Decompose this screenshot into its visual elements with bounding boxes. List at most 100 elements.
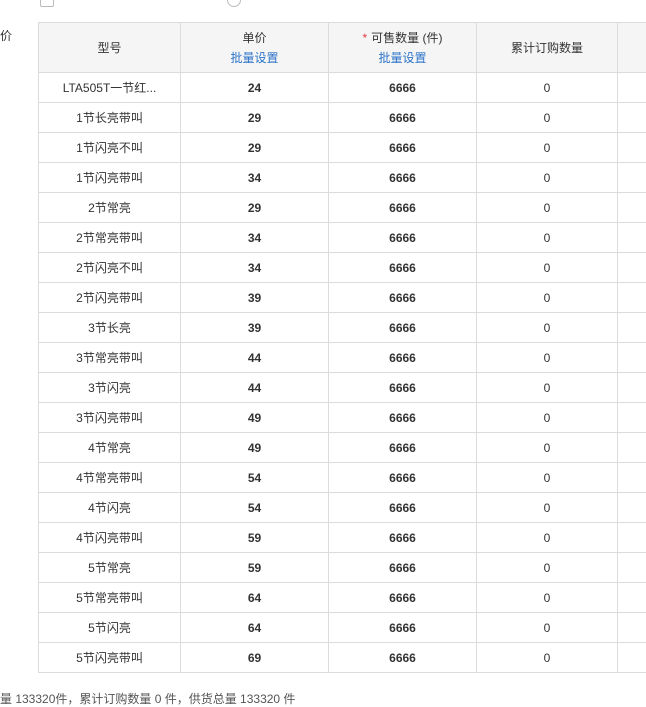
qty-input[interactable]: 6666 — [329, 313, 477, 343]
price-input[interactable]: 49 — [181, 403, 329, 433]
ordered-cell: 0 — [477, 133, 618, 163]
ordered-cell: 0 — [477, 373, 618, 403]
qty-input[interactable]: 6666 — [329, 163, 477, 193]
model-cell: 5节常亮带叫 — [39, 583, 181, 613]
price-batch-set-link[interactable]: 批量设置 — [181, 48, 328, 68]
qty-input[interactable]: 6666 — [329, 193, 477, 223]
top-radio[interactable] — [227, 0, 241, 7]
price-input[interactable]: 69 — [181, 643, 329, 673]
price-input[interactable]: 34 — [181, 163, 329, 193]
price-input[interactable]: 24 — [181, 73, 329, 103]
qty-input[interactable]: 6666 — [329, 433, 477, 463]
price-input[interactable]: 59 — [181, 553, 329, 583]
price-input[interactable]: 39 — [181, 283, 329, 313]
price-input[interactable]: 64 — [181, 583, 329, 613]
extra-cell — [618, 583, 646, 613]
table-row: 1节闪亮带叫3466660 — [39, 163, 646, 193]
extra-cell — [618, 523, 646, 553]
qty-input[interactable]: 6666 — [329, 523, 477, 553]
ordered-cell: 0 — [477, 283, 618, 313]
price-input[interactable]: 54 — [181, 493, 329, 523]
qty-input[interactable]: 6666 — [329, 553, 477, 583]
table-row: 1节闪亮不叫2966660 — [39, 133, 646, 163]
price-input[interactable]: 54 — [181, 463, 329, 493]
qty-input[interactable]: 6666 — [329, 463, 477, 493]
table-row: LTA505T一节红...2466660 — [39, 73, 646, 103]
table-row: 3节长亮3966660 — [39, 313, 646, 343]
ordered-cell: 0 — [477, 343, 618, 373]
qty-input[interactable]: 6666 — [329, 583, 477, 613]
table-row: 3节闪亮带叫4966660 — [39, 403, 646, 433]
ordered-cell: 0 — [477, 223, 618, 253]
qty-input[interactable]: 6666 — [329, 223, 477, 253]
qty-input[interactable]: 6666 — [329, 643, 477, 673]
extra-cell — [618, 73, 646, 103]
extra-cell — [618, 433, 646, 463]
header-model: 型号 — [39, 23, 181, 73]
table-body: LTA505T一节红...24666601节长亮带叫29666601节闪亮不叫2… — [39, 73, 646, 673]
model-cell: 2节闪亮带叫 — [39, 283, 181, 313]
ordered-cell: 0 — [477, 523, 618, 553]
header-qty-label: 可售数量 (件) — [371, 31, 442, 45]
ordered-cell: 0 — [477, 193, 618, 223]
ordered-cell: 0 — [477, 493, 618, 523]
header-price-label: 单价 — [242, 31, 266, 45]
model-cell: 3节常亮带叫 — [39, 343, 181, 373]
price-section-label: 价 — [0, 27, 12, 44]
ordered-cell: 0 — [477, 313, 618, 343]
table-row: 3节闪亮4466660 — [39, 373, 646, 403]
price-input[interactable]: 44 — [181, 343, 329, 373]
qty-input[interactable]: 6666 — [329, 343, 477, 373]
ordered-cell: 0 — [477, 583, 618, 613]
extra-cell — [618, 343, 646, 373]
model-cell: 1节长亮带叫 — [39, 103, 181, 133]
table-row: 2节常亮2966660 — [39, 193, 646, 223]
extra-cell — [618, 463, 646, 493]
ordered-cell: 0 — [477, 433, 618, 463]
top-checkbox[interactable] — [40, 0, 54, 7]
price-input[interactable]: 44 — [181, 373, 329, 403]
qty-input[interactable]: 6666 — [329, 403, 477, 433]
price-input[interactable]: 29 — [181, 103, 329, 133]
price-input[interactable]: 29 — [181, 193, 329, 223]
model-cell: 4节闪亮 — [39, 493, 181, 523]
table-row: 3节常亮带叫4466660 — [39, 343, 646, 373]
qty-input[interactable]: 6666 — [329, 373, 477, 403]
price-input[interactable]: 59 — [181, 523, 329, 553]
extra-cell — [618, 103, 646, 133]
ordered-cell: 0 — [477, 643, 618, 673]
ordered-cell: 0 — [477, 403, 618, 433]
header-price: 单价 批量设置 — [181, 23, 329, 73]
ordered-cell: 0 — [477, 463, 618, 493]
extra-cell — [618, 613, 646, 643]
extra-cell — [618, 493, 646, 523]
qty-input[interactable]: 6666 — [329, 133, 477, 163]
ordered-cell: 0 — [477, 73, 618, 103]
price-input[interactable]: 34 — [181, 223, 329, 253]
price-input[interactable]: 29 — [181, 133, 329, 163]
ordered-cell: 0 — [477, 253, 618, 283]
table-row: 4节常亮带叫5466660 — [39, 463, 646, 493]
qty-input[interactable]: 6666 — [329, 103, 477, 133]
qty-input[interactable]: 6666 — [329, 283, 477, 313]
price-input[interactable]: 39 — [181, 313, 329, 343]
ordered-cell: 0 — [477, 613, 618, 643]
model-cell: 5节常亮 — [39, 553, 181, 583]
table-row: 5节闪亮6466660 — [39, 613, 646, 643]
price-input[interactable]: 49 — [181, 433, 329, 463]
qty-input[interactable]: 6666 — [329, 613, 477, 643]
model-cell: 3节闪亮 — [39, 373, 181, 403]
extra-cell — [618, 133, 646, 163]
model-cell: 1节闪亮不叫 — [39, 133, 181, 163]
price-input[interactable]: 34 — [181, 253, 329, 283]
table-row: 5节常亮5966660 — [39, 553, 646, 583]
table-row: 4节闪亮带叫5966660 — [39, 523, 646, 553]
model-cell: 2节常亮 — [39, 193, 181, 223]
model-cell: 5节闪亮 — [39, 613, 181, 643]
qty-batch-set-link[interactable]: 批量设置 — [329, 48, 476, 68]
qty-input[interactable]: 6666 — [329, 253, 477, 283]
ordered-cell: 0 — [477, 163, 618, 193]
qty-input[interactable]: 6666 — [329, 493, 477, 523]
price-input[interactable]: 64 — [181, 613, 329, 643]
qty-input[interactable]: 6666 — [329, 73, 477, 103]
